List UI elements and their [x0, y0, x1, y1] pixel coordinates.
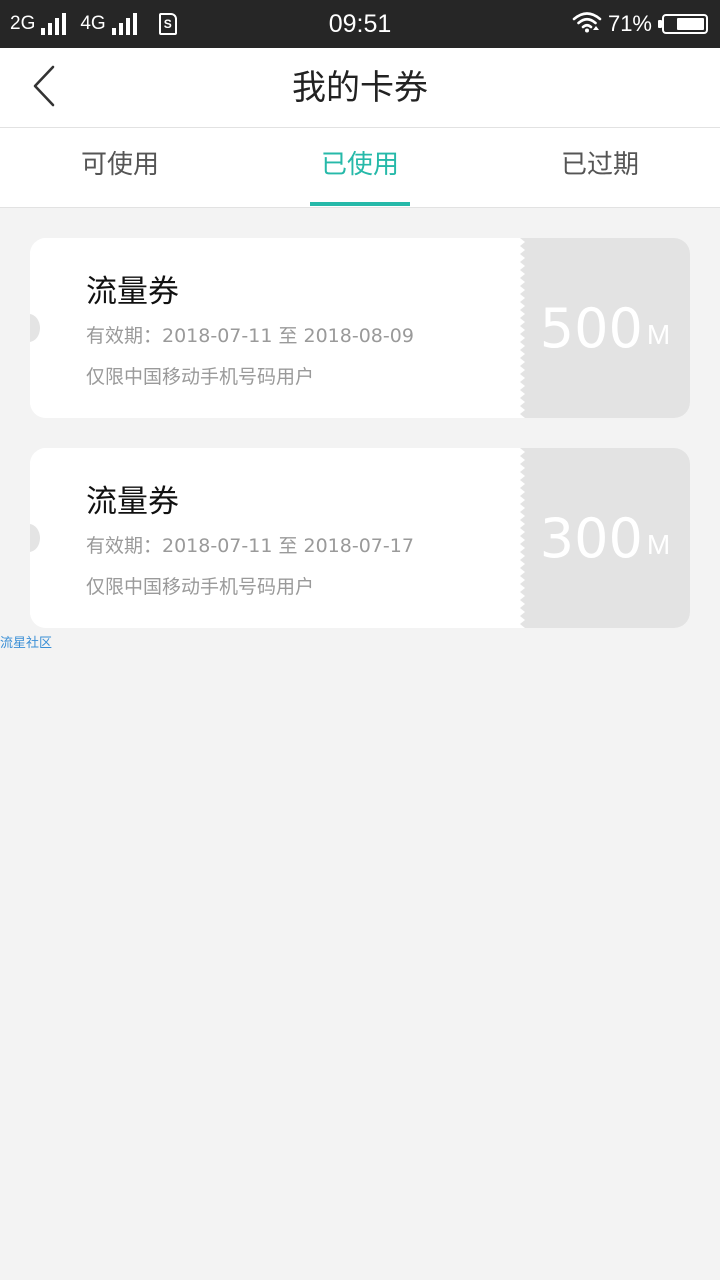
- coupon-restriction: 仅限中国移动手机号码用户: [86, 366, 315, 388]
- coupon-validity: 有效期：2018-07-11 至 2018-08-09: [86, 325, 414, 347]
- coupon-notch: [30, 314, 40, 342]
- tab-used[interactable]: 已使用: [240, 128, 480, 207]
- watermark-text: 流星社区: [0, 636, 53, 651]
- chevron-left-icon: [32, 64, 56, 112]
- tab-expired[interactable]: 已过期: [480, 128, 720, 207]
- battery-level-fill: [677, 18, 704, 30]
- status-right-group: 71%: [572, 0, 708, 48]
- coupon-info: 流量券 有效期：2018-07-11 至 2018-08-09 仅限中国移动手机…: [30, 238, 520, 418]
- battery-percent: 71%: [607, 11, 652, 36]
- wifi-icon: [572, 11, 602, 37]
- coupon-amount-unit: M: [646, 529, 671, 560]
- coupon-amount-unit: M: [646, 319, 671, 350]
- coupon-info: 流量券 有效期：2018-07-11 至 2018-07-17 仅限中国移动手机…: [30, 448, 520, 628]
- coupon-amount-panel: 300 M: [520, 448, 690, 628]
- coupon-title: 流量券: [86, 484, 179, 520]
- coupon-amount-value: 300: [539, 506, 643, 570]
- perforated-edge: [516, 238, 525, 418]
- coupon-restriction: 仅限中国移动手机号码用户: [86, 576, 315, 598]
- coupon-title: 流量券: [86, 274, 179, 310]
- status-bar: 2G 4G S 09:51 71%: [0, 0, 720, 48]
- coupon-card[interactable]: 流量券 有效期：2018-07-11 至 2018-07-17 仅限中国移动手机…: [30, 448, 690, 628]
- tab-available[interactable]: 可使用: [0, 128, 240, 207]
- coupon-list: 流量券 有效期：2018-07-11 至 2018-08-09 仅限中国移动手机…: [30, 238, 690, 658]
- coupon-notch: [30, 524, 40, 552]
- tab-bar: 可使用 已使用 已过期: [0, 128, 720, 208]
- title-bar: 我的卡券: [0, 48, 720, 128]
- coupon-amount-panel: 500 M: [520, 238, 690, 418]
- coupon-amount-value: 500: [539, 296, 643, 360]
- coupon-amount: 300 M: [520, 448, 690, 628]
- back-button[interactable]: [22, 64, 66, 112]
- battery-icon: [658, 14, 708, 34]
- coupon-card[interactable]: 流量券 有效期：2018-07-11 至 2018-08-09 仅限中国移动手机…: [30, 238, 690, 418]
- perforated-edge: [516, 448, 525, 628]
- coupon-amount: 500 M: [520, 238, 690, 418]
- coupon-validity: 有效期：2018-07-11 至 2018-07-17: [86, 535, 414, 557]
- page-title: 我的卡券: [292, 68, 428, 108]
